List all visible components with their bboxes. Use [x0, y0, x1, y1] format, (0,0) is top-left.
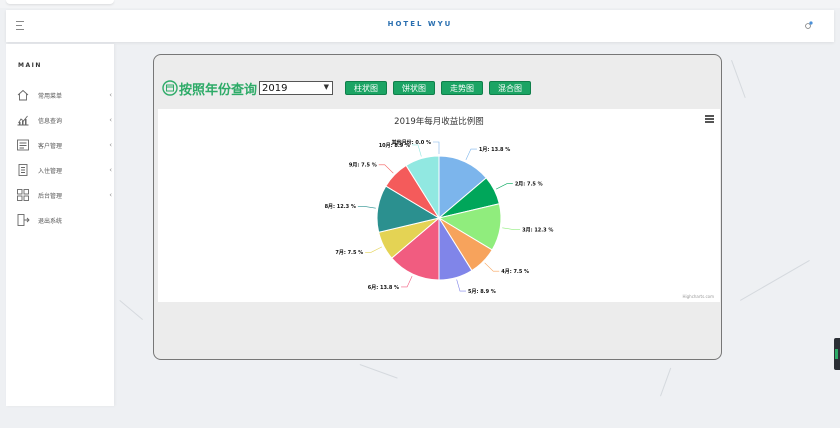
sidebar-item-logout[interactable]: 退出系统 [16, 211, 112, 229]
chart-title: 2019年每月收益比例图 [394, 117, 484, 127]
user-settings-icon[interactable] [804, 20, 814, 30]
year-select-value: 2019 [262, 82, 288, 94]
background-line [740, 260, 810, 301]
slice-label: 5月: 8.9 % [468, 288, 496, 295]
chevron-left-icon: ‹ [109, 91, 112, 99]
sidebar-item-label: 客户管理 [38, 142, 63, 150]
sidebar-item-label: 入住管理 [38, 167, 63, 175]
slice-label: 8月: 12.3 % [325, 203, 356, 210]
slice-label: 6月: 13.8 % [368, 284, 399, 291]
grid-icon [17, 189, 29, 201]
slice-connector [484, 262, 500, 272]
sidebar-item-customer-management[interactable]: 客户管理 ‹ [16, 136, 112, 154]
sidebar-item-common-menu[interactable]: 常用菜单 ‹ [16, 86, 112, 104]
slice-connector [495, 183, 513, 190]
mixed-chart-button[interactable]: 混合图 [489, 81, 532, 95]
slice-label: 2月: 7.5 % [515, 181, 543, 188]
logout-icon [17, 214, 30, 226]
sidebar-item-info-query[interactable]: 信息查询 ‹ [16, 111, 112, 129]
background-line [119, 300, 143, 321]
pie-chart-button[interactable]: 饼状图 [393, 81, 436, 95]
bar-chart-button[interactable]: 柱状图 [345, 81, 388, 95]
slice-label: 1月: 13.8 % [479, 146, 510, 153]
sidebar-item-label: 常用菜单 [38, 92, 63, 100]
background-line [731, 60, 746, 98]
home-icon [17, 89, 29, 101]
slice-connector [502, 227, 521, 230]
chart-credit[interactable]: Highcharts.com [683, 294, 715, 299]
chart-context-menu-icon[interactable] [705, 115, 714, 123]
checkin-icon [18, 164, 28, 176]
background-line [359, 364, 398, 379]
year-select[interactable]: 2019 ▼ [259, 81, 334, 95]
query-title: 按照年份查询 [179, 82, 258, 98]
slice-connector [365, 246, 383, 253]
slice-label: 9月: 7.5 % [349, 162, 377, 169]
slice-label: 其他月份: 0.0 % [392, 139, 431, 146]
side-floating-tab[interactable] [834, 338, 840, 370]
slice-label: 7月: 7.5 % [335, 249, 363, 256]
sidebar: MAIN 常用菜单 ‹ 信息查询 ‹ 客户管理 ‹ 入住管理 ‹ 后台管理 ‹ … [6, 44, 114, 406]
slice-connector [401, 275, 413, 288]
pie-chart-canvas: 1月: 13.8 % 2月: 7.5 % 3月: 12.3 % 4月: 7.5 % 5月… [325, 139, 554, 295]
slice-connector [357, 206, 376, 209]
slice-connector [378, 164, 394, 174]
sidebar-item-checkin-management[interactable]: 入住管理 ‹ [16, 161, 112, 179]
brand-title: HOTEL WYU [387, 20, 453, 28]
sidebar-item-label: 退出系统 [38, 217, 63, 225]
chevron-left-icon: ‹ [109, 191, 112, 199]
chevron-left-icon: ‹ [109, 141, 112, 149]
query-toolbar: 按照年份查询 2019 ▼ 柱状图 饼状图 走势图 混合图 [162, 77, 532, 99]
slice-connector [465, 148, 477, 161]
slice-connector [456, 279, 466, 292]
chart-icon [17, 115, 29, 126]
slice-label: 3月: 12.3 % [522, 226, 553, 233]
slice-label: 4月: 7.5 % [501, 268, 529, 275]
trend-chart-button[interactable]: 走势图 [441, 81, 484, 95]
window-top-strip [0, 0, 840, 8]
browser-tab[interactable] [6, 0, 114, 4]
chevron-left-icon: ‹ [109, 166, 112, 174]
customer-icon [17, 139, 29, 151]
sidebar-section-label: MAIN [18, 62, 42, 69]
chevron-down-icon: ▼ [323, 83, 330, 91]
sidebar-item-label: 后台管理 [38, 192, 63, 200]
content-panel: 按照年份查询 2019 ▼ 柱状图 饼状图 走势图 混合图 1月: 13.8 %… [153, 54, 722, 360]
calendar-icon [162, 80, 178, 96]
slice-connector [412, 144, 422, 157]
chevron-left-icon: ‹ [109, 116, 112, 124]
background-line [660, 367, 672, 397]
pie-chart: 1月: 13.8 % 2月: 7.5 % 3月: 12.3 % 4月: 7.5 % 5月… [158, 109, 720, 302]
top-header: HOTEL WYU [6, 10, 834, 42]
sidebar-item-label: 信息查询 [38, 117, 63, 125]
sidebar-item-backend-management[interactable]: 后台管理 ‹ [16, 186, 112, 204]
slice-connector [433, 141, 440, 154]
